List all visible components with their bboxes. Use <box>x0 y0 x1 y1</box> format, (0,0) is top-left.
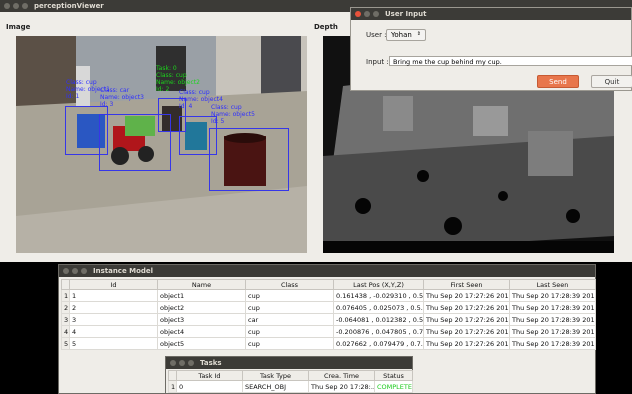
cell-first-seen[interactable]: Thu Sep 20 17:27:26 2018 <box>423 337 510 350</box>
row-number: 3 <box>61 313 70 326</box>
close-icon[interactable] <box>355 11 361 17</box>
window-title: Tasks <box>200 359 222 367</box>
column-header-last-pos[interactable]: Last Pos (X,Y,Z) <box>333 279 424 290</box>
cell-pos[interactable]: 0.161438 , -0.029310 , 0.5... <box>333 289 424 302</box>
cell-first-seen[interactable]: Thu Sep 20 17:27:26 2018 <box>423 301 510 314</box>
spin-arrows-icon: ⇕ <box>416 31 421 37</box>
row-number: 1 <box>168 380 177 393</box>
table-row[interactable]: 1 0 SEARCH_OBJ Thu Sep 20 17:28:... COMP… <box>168 380 413 393</box>
window-title: User Input <box>385 10 427 18</box>
cell-pos[interactable]: -0.064081 , 0.012382 , 0.5... <box>333 313 424 326</box>
column-header-first-seen[interactable]: First Seen <box>423 279 510 290</box>
maximize-icon[interactable] <box>81 268 87 274</box>
tasks-table: Task Id Task Type Crea. Time Status 1 0 … <box>168 370 413 393</box>
user-input-titlebar: User Input <box>351 8 631 20</box>
column-header-crea-time[interactable]: Crea. Time <box>308 370 375 381</box>
cell-last-seen[interactable]: Thu Sep 20 17:28:39 2018 <box>509 313 596 326</box>
cell-task-id[interactable]: 0 <box>176 380 243 393</box>
cell-first-seen[interactable]: Thu Sep 20 17:27:26 2018 <box>423 313 510 326</box>
tasks-titlebar: Tasks <box>166 357 412 369</box>
minimize-icon[interactable] <box>179 360 185 366</box>
row-number: 4 <box>61 325 70 338</box>
table-row[interactable]: 4 4 object4 cup -0.200876 , 0.047805 , 0… <box>61 325 596 338</box>
close-icon[interactable] <box>4 3 10 9</box>
cell-class[interactable]: car <box>245 313 334 326</box>
user-input-window: User Input User : Yohan ⇕ Input : Bring … <box>350 7 632 91</box>
table-row[interactable]: 1 1 object1 cup 0.161438 , -0.029310 , 0… <box>61 289 596 302</box>
maximize-icon[interactable] <box>22 3 28 9</box>
cell-crea-time[interactable]: Thu Sep 20 17:28:... <box>308 380 375 393</box>
cell-class[interactable]: cup <box>245 337 334 350</box>
maximize-icon[interactable] <box>188 360 194 366</box>
column-header-task-type[interactable]: Task Type <box>242 370 309 381</box>
column-header-id[interactable]: Id <box>69 279 158 290</box>
cell-class[interactable]: cup <box>245 289 334 302</box>
command-input[interactable]: Bring me the cup behind my cup. <box>389 56 632 66</box>
cell-status[interactable]: COMPLETED <box>374 380 413 393</box>
row-number: 2 <box>61 301 70 314</box>
cell-first-seen[interactable]: Thu Sep 20 17:27:26 2018 <box>423 289 510 302</box>
row-number: 5 <box>61 337 70 350</box>
corner-header <box>168 370 177 381</box>
close-icon[interactable] <box>170 360 176 366</box>
detection-label-object3: Class: car Name: object3 Id: 3 <box>100 87 144 108</box>
cell-pos[interactable]: 0.027662 , 0.079479 , 0.7... <box>333 337 424 350</box>
table-row[interactable]: 5 5 object5 cup 0.027662 , 0.079479 , 0.… <box>61 337 596 350</box>
cell-pos[interactable]: -0.200876 , 0.047805 , 0.7... <box>333 325 424 338</box>
cell-id[interactable]: 3 <box>69 313 158 326</box>
table-row[interactable]: 2 2 object2 cup 0.076405 , 0.025073 , 0.… <box>61 301 596 314</box>
column-header-name[interactable]: Name <box>157 279 246 290</box>
instance-table-header: Id Name Class Last Pos (X,Y,Z) First See… <box>61 279 596 290</box>
user-label: User : <box>366 31 387 39</box>
user-select-value: Yohan <box>391 31 412 39</box>
cell-name[interactable]: object1 <box>157 289 246 302</box>
image-label: Image <box>6 23 31 31</box>
cell-first-seen[interactable]: Thu Sep 20 17:27:26 2018 <box>423 325 510 338</box>
quit-button[interactable]: Quit <box>591 75 632 88</box>
cell-id[interactable]: 2 <box>69 301 158 314</box>
instance-model-titlebar: Instance Model <box>59 265 595 277</box>
input-label: Input : <box>366 58 389 66</box>
cell-pos[interactable]: 0.076405 , 0.025073 , 0.5... <box>333 301 424 314</box>
rgb-image-view: Class: cup Name: object1 Id: 1 Class: ca… <box>16 36 307 253</box>
cell-class[interactable]: cup <box>245 325 334 338</box>
cell-class[interactable]: cup <box>245 301 334 314</box>
cell-last-seen[interactable]: Thu Sep 20 17:28:39 2018 <box>509 337 596 350</box>
column-header-last-seen[interactable]: Last Seen <box>509 279 596 290</box>
minimize-icon[interactable] <box>72 268 78 274</box>
bbox-object5 <box>209 128 289 191</box>
tasks-window: Tasks Task Id Task Type Crea. Time Statu… <box>165 356 413 394</box>
cell-last-seen[interactable]: Thu Sep 20 17:28:39 2018 <box>509 301 596 314</box>
cell-id[interactable]: 5 <box>69 337 158 350</box>
tasks-table-header: Task Id Task Type Crea. Time Status <box>168 370 413 381</box>
table-row[interactable]: 3 3 object3 car -0.064081 , 0.012382 , 0… <box>61 313 596 326</box>
cell-task-type[interactable]: SEARCH_OBJ <box>242 380 309 393</box>
column-header-class[interactable]: Class <box>245 279 334 290</box>
cell-name[interactable]: object5 <box>157 337 246 350</box>
user-select[interactable]: Yohan ⇕ <box>386 29 426 41</box>
cell-last-seen[interactable]: Thu Sep 20 17:28:39 2018 <box>509 289 596 302</box>
minimize-icon[interactable] <box>13 3 19 9</box>
depth-label: Depth <box>314 23 338 31</box>
window-title: perceptionViewer <box>34 2 104 10</box>
cell-name[interactable]: object3 <box>157 313 246 326</box>
cell-last-seen[interactable]: Thu Sep 20 17:28:39 2018 <box>509 325 596 338</box>
cell-name[interactable]: object4 <box>157 325 246 338</box>
cell-id[interactable]: 1 <box>69 289 158 302</box>
send-button[interactable]: Send <box>537 75 579 88</box>
close-icon[interactable] <box>63 268 69 274</box>
window-title: Instance Model <box>93 267 154 275</box>
column-header-task-id[interactable]: Task Id <box>176 370 243 381</box>
row-number: 1 <box>61 289 70 302</box>
cell-id[interactable]: 4 <box>69 325 158 338</box>
column-header-status[interactable]: Status <box>374 370 413 381</box>
corner-header <box>61 279 70 290</box>
cell-name[interactable]: object2 <box>157 301 246 314</box>
instance-table: Id Name Class Last Pos (X,Y,Z) First See… <box>61 279 596 350</box>
maximize-icon[interactable] <box>373 11 379 17</box>
minimize-icon[interactable] <box>364 11 370 17</box>
detection-label-object5: Class: cup Name: object5 Id: 5 <box>211 104 255 125</box>
